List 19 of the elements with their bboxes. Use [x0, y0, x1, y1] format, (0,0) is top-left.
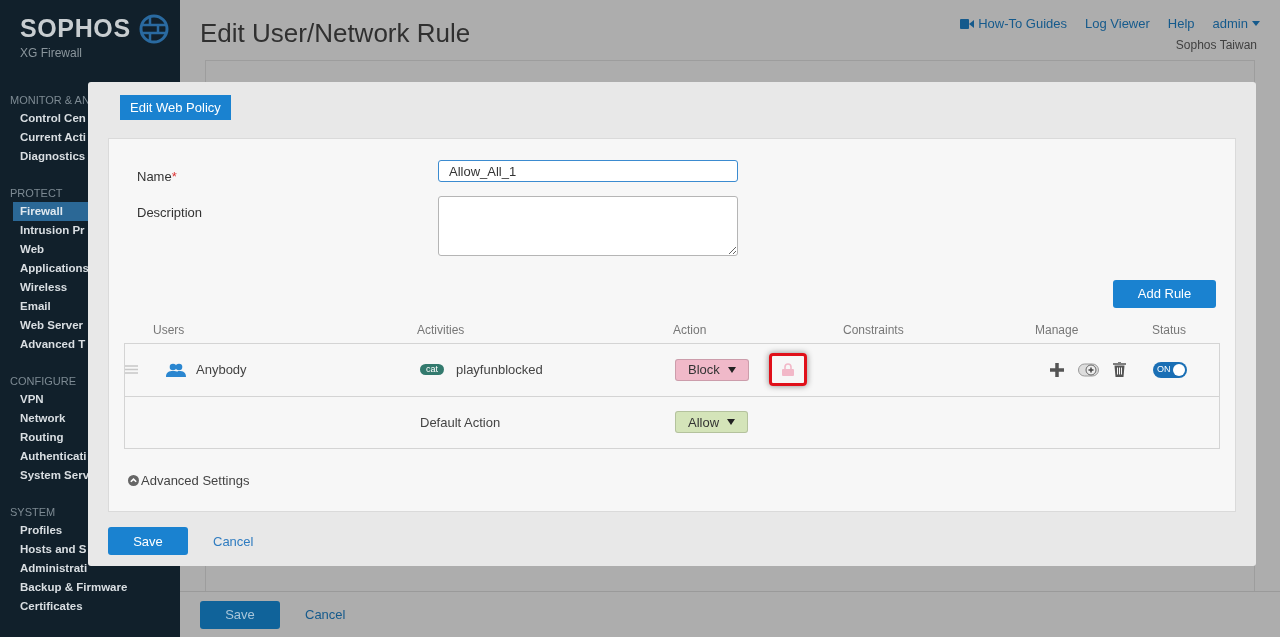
default-action-label: Default Action [419, 413, 502, 432]
section-heading: PROTECT [10, 187, 63, 199]
field-label: Name* [136, 168, 178, 187]
user-name: Anybody [196, 361, 247, 379]
column-header: Constraints [843, 322, 904, 337]
page-title: Edit User/Network Rule [200, 17, 471, 50]
logo-text: SOPHOS [20, 13, 131, 44]
activity-name: playfunblocked [456, 361, 543, 379]
column-header: Status [1152, 322, 1187, 337]
section-heading: SYSTEM [10, 506, 56, 518]
column-header: Users [153, 322, 185, 337]
column-header: Manage [1035, 322, 1079, 337]
field-label: Description [136, 203, 204, 222]
section-heading: CONFIGURE [10, 375, 76, 387]
product-name: XG Firewall [20, 44, 83, 62]
column-header: Action [673, 322, 707, 337]
category-tag: cat [420, 364, 444, 376]
organization-name: Sophos Taiwan [1175, 36, 1257, 54]
column-header: Activities [417, 322, 465, 337]
